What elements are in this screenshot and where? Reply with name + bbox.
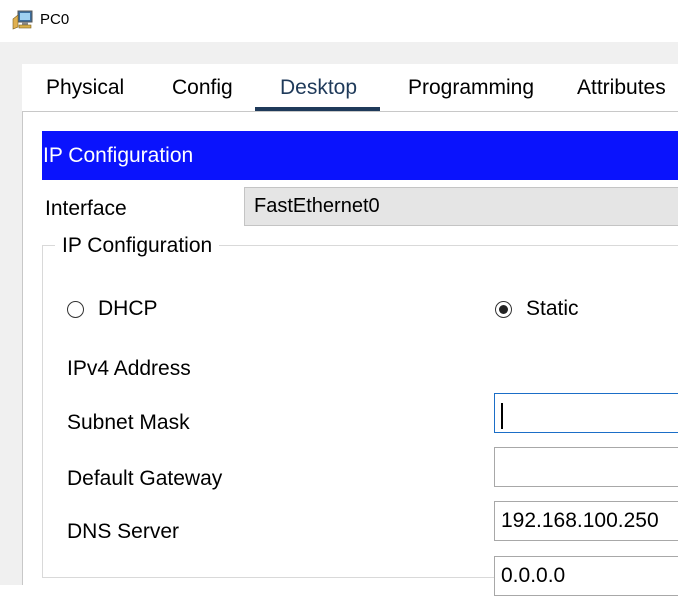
tab-programming[interactable]: Programming: [408, 74, 534, 102]
dhcp-radio[interactable]: DHCP: [67, 295, 158, 323]
ip-configuration-group-label: IP Configuration: [55, 232, 220, 260]
window-body: Physical Config Desktop Programming Attr…: [0, 42, 678, 596]
static-radio-label: Static: [526, 297, 579, 320]
static-radio-circle: [495, 300, 512, 318]
interface-select[interactable]: FastEthernet0: [244, 187, 678, 226]
subnet-mask-input[interactable]: [494, 447, 678, 487]
ipv4-address-label: IPv4 Address: [67, 357, 191, 380]
tab-bar: Physical Config Desktop Programming Attr…: [22, 64, 678, 114]
interface-label: Interface: [45, 197, 127, 220]
dhcp-radio-circle: [67, 300, 84, 318]
ipv4-address-input[interactable]: [494, 393, 678, 433]
tab-attributes[interactable]: Attributes: [577, 74, 666, 102]
subnet-mask-label: Subnet Mask: [67, 411, 190, 434]
default-gateway-label: Default Gateway: [67, 467, 223, 490]
tab-config[interactable]: Config: [172, 74, 233, 102]
dhcp-radio-label: DHCP: [98, 297, 158, 320]
default-gateway-input[interactable]: [494, 501, 678, 541]
title-bar: PC0: [0, 0, 678, 42]
tab-desktop[interactable]: Desktop: [254, 74, 381, 114]
dns-server-label: DNS Server: [67, 520, 180, 543]
header-title: IP Configuration: [43, 144, 194, 167]
window-title: PC0: [40, 11, 70, 28]
pc-icon: [12, 10, 33, 30]
ip-configuration-header: IP Configuration: [42, 131, 678, 180]
text-cursor: [501, 403, 503, 429]
dns-server-input[interactable]: [494, 556, 678, 596]
static-radio[interactable]: Static: [495, 295, 579, 323]
tab-physical[interactable]: Physical: [46, 74, 124, 102]
ip-configuration-panel: IP Configuration Interface FastEthernet0…: [22, 111, 678, 596]
